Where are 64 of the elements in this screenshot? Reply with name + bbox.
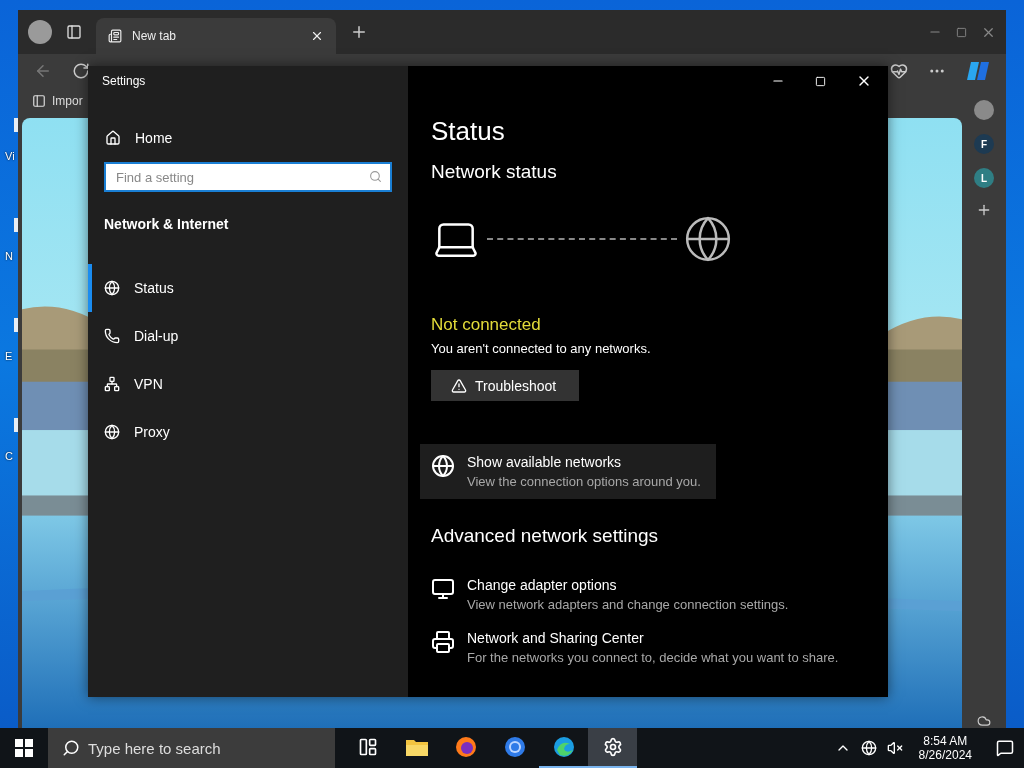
globe-icon [104, 424, 120, 440]
warning-icon [451, 377, 467, 394]
connection-status: Not connected [431, 315, 542, 335]
monitor-icon [431, 577, 455, 601]
task-view-icon [357, 737, 378, 757]
home-icon [105, 130, 121, 146]
link-title: Show available networks [467, 454, 623, 470]
heartbeat-icon[interactable] [890, 61, 908, 80]
folder-icon [405, 738, 428, 756]
nav-item[interactable]: Dial-up [88, 312, 408, 360]
taskbar-app[interactable] [588, 728, 637, 768]
desktop-icon-label[interactable]: Vi [5, 150, 15, 162]
sidebar-circle-icon[interactable] [974, 100, 994, 120]
link-title[interactable]: Change adapter options [467, 577, 789, 593]
troubleshoot-button[interactable]: Troubleshoot [431, 370, 579, 401]
add-icon[interactable] [976, 202, 992, 218]
notifications-icon[interactable] [996, 739, 1014, 757]
browser-tab[interactable]: New tab [96, 18, 336, 54]
taskbar-search-field[interactable]: Type here to search [48, 728, 335, 768]
refresh-icon[interactable] [72, 61, 90, 80]
nav-item[interactable]: VPN [88, 360, 408, 408]
desktop-icon-label[interactable]: N [5, 250, 13, 262]
sidebar-badge[interactable]: F [974, 134, 994, 154]
status-description: You aren't connected to any networks. [431, 341, 652, 356]
sidebar-badge[interactable]: L [974, 168, 994, 188]
windows-logo-icon [15, 739, 33, 757]
section-heading: Network & Internet [103, 216, 230, 232]
network-icon [104, 376, 120, 392]
search-field[interactable]: Find a setting [104, 162, 392, 192]
wave-logo-icon [552, 736, 575, 758]
globe-icon[interactable] [860, 740, 877, 756]
home-link[interactable]: Home [88, 120, 408, 156]
search-icon [369, 170, 382, 183]
muted-speaker-icon[interactable] [886, 740, 903, 756]
tab-page-icon [108, 29, 122, 43]
clock[interactable]: 8:54 AM 8/26/2024 [918, 734, 972, 762]
cloud-icon[interactable] [977, 714, 991, 728]
phone-icon [104, 328, 120, 344]
page-title: Status [431, 116, 506, 147]
browser-logo-icon [503, 736, 526, 758]
section-heading: Advanced network settings [431, 525, 660, 547]
printer-icon [431, 630, 455, 654]
available-networks-link[interactable]: Show available networks View the connection options around you. [420, 444, 716, 499]
link-title[interactable]: Network and Sharing Center [467, 630, 839, 646]
close-tab-icon[interactable] [310, 29, 324, 43]
globe-icon [431, 454, 455, 478]
import-icon[interactable] [32, 93, 46, 108]
search-icon [62, 739, 80, 757]
fox-logo-icon [454, 736, 477, 758]
link-description: View the connection options around you. [467, 474, 701, 489]
globe-icon [104, 280, 120, 296]
desktop-icon-label[interactable]: C [5, 450, 13, 462]
link-description: For the networks you connect to, decide what you want to share. [467, 650, 839, 665]
nav-item[interactable]: Proxy [88, 408, 408, 456]
tab-actions-icon[interactable] [66, 24, 82, 40]
globe-icon [683, 214, 733, 264]
favorites-link[interactable]: Impor [52, 93, 83, 108]
link-description: View network adapters and change connection settings. [467, 597, 789, 612]
section-heading: Network status [431, 161, 558, 183]
new-tab-icon[interactable] [350, 23, 368, 41]
settings-icon [602, 737, 623, 757]
profile-avatar[interactable] [28, 20, 52, 44]
window-title: Settings [101, 73, 147, 90]
desktop-icon-label[interactable]: E [5, 350, 13, 362]
